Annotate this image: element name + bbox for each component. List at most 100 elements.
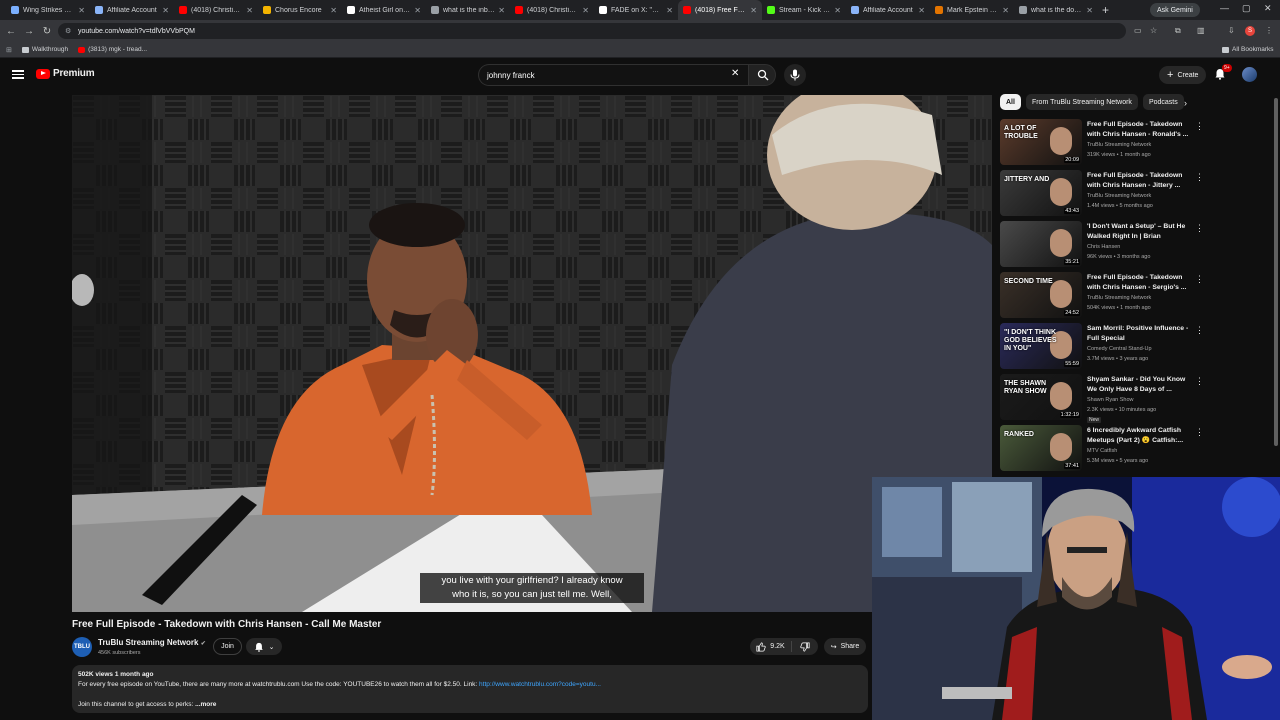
channel-name[interactable]: Shawn Ryan Show: [1087, 397, 1133, 403]
dislike-button[interactable]: [792, 641, 818, 652]
tab-close-icon[interactable]: ✕: [1086, 6, 1093, 15]
video-title[interactable]: Free Full Episode - Takedown with Chris …: [1087, 171, 1191, 191]
show-more-button[interactable]: ...more: [195, 701, 216, 708]
video-thumbnail[interactable]: SECOND TIME 24:52: [1000, 272, 1082, 318]
filter-chip[interactable]: Podcasts: [1142, 94, 1184, 110]
video-thumbnail[interactable]: JITTERY AND 43:43: [1000, 170, 1082, 216]
profile-icon[interactable]: S: [1245, 26, 1255, 36]
recommended-video[interactable]: SECOND TIME 24:52 Free Full Episode - Take…: [1000, 272, 1205, 323]
channel-name[interactable]: TruBlu Streaming Network ✔: [98, 638, 206, 647]
video-title[interactable]: 6 Incredibly Awkward Catfish Meetups (Pa…: [1087, 426, 1191, 446]
tab-close-icon[interactable]: ✕: [582, 6, 589, 15]
channel-name[interactable]: TruBlu Streaming Network: [1087, 295, 1151, 301]
channel-name[interactable]: Chris Hansen: [1087, 244, 1120, 250]
clear-search-icon[interactable]: ✕: [731, 68, 739, 79]
browser-tab[interactable]: FADE on X: "Budd...✕: [594, 0, 678, 20]
tab-close-icon[interactable]: ✕: [666, 6, 673, 15]
browser-tab[interactable]: (4018) Christian... ✕: [174, 0, 258, 20]
video-thumbnail[interactable]: THE SHAWN RYAN SHOW 1:32:19: [1000, 374, 1082, 420]
tab-close-icon[interactable]: ✕: [1002, 6, 1009, 15]
description-link[interactable]: http://www.watchtrublu.com?code=youtu...: [479, 681, 601, 688]
channel-name[interactable]: Comedy Central Stand-Up: [1087, 346, 1152, 352]
search-button[interactable]: [748, 64, 776, 86]
subscription-bell-button[interactable]: ⌄: [246, 638, 282, 655]
tab-close-icon[interactable]: ✕: [414, 6, 421, 15]
more-options-icon[interactable]: ⋮: [1195, 325, 1204, 336]
tab-close-icon[interactable]: ✕: [330, 6, 337, 15]
video-thumbnail[interactable]: "I DON'T THINK GOD BELIEVES IN YOU" 55:59: [1000, 323, 1082, 369]
tab-close-icon[interactable]: ✕: [750, 6, 757, 15]
recommended-video[interactable]: JITTERY AND 43:43 Free Full Episode - Take…: [1000, 170, 1205, 221]
tab-close-icon[interactable]: ✕: [918, 6, 925, 15]
new-tab-button[interactable]: +: [1102, 3, 1109, 17]
recommended-video[interactable]: A LOT OF TROUBLE 20:09 Free Full Episode -…: [1000, 119, 1205, 170]
more-options-icon[interactable]: ⋮: [1195, 121, 1204, 132]
bookmark-star-icon[interactable]: ☆: [1150, 26, 1157, 35]
search-input[interactable]: johnny franck: [478, 64, 748, 86]
bookmark-walkthrough[interactable]: Walkthrough: [21, 46, 68, 53]
forward-icon[interactable]: →: [22, 26, 36, 37]
close-window-icon[interactable]: ✕: [1264, 3, 1272, 14]
browser-tab[interactable]: Wing Strikes Palo...✕: [6, 0, 90, 20]
ask-gemini-button[interactable]: Ask Gemini: [1150, 3, 1200, 17]
sidebar-icon[interactable]: ▥: [1197, 26, 1205, 35]
browser-tab[interactable]: Stream - Kick Dash...✕: [762, 0, 846, 20]
tab-close-icon[interactable]: ✕: [246, 6, 253, 15]
recommended-video[interactable]: RANKED 37:41 6 Incredibly Awkward Catfish …: [1000, 425, 1205, 476]
recommended-video[interactable]: 35:21 'I Don't Want a Setup' – But He Wal…: [1000, 221, 1205, 272]
filter-chip[interactable]: From TruBlu Streaming Network: [1025, 94, 1138, 110]
like-button[interactable]: 9.2K: [750, 641, 792, 652]
url-field[interactable]: ⚙ youtube.com/watch?v=tdlVbVVbPQM: [58, 23, 1126, 39]
voice-search-button[interactable]: [784, 64, 806, 86]
more-options-icon[interactable]: ⋮: [1195, 172, 1204, 183]
video-title[interactable]: Free Full Episode - Takedown with Chris …: [1087, 273, 1191, 293]
downloads-icon[interactable]: ⇩: [1228, 26, 1235, 35]
reload-icon[interactable]: ↻: [40, 26, 54, 37]
browser-tab[interactable]: Affiliate Account ✕: [846, 0, 930, 20]
cast-icon[interactable]: ▭: [1134, 26, 1142, 35]
youtube-premium-logo[interactable]: Premium: [36, 68, 95, 79]
browser-tab[interactable]: Affiliate Account ✕: [90, 0, 174, 20]
recommended-video[interactable]: "I DON'T THINK GOD BELIEVES IN YOU" 55:59…: [1000, 323, 1205, 374]
more-options-icon[interactable]: ⋮: [1195, 223, 1204, 234]
video-title[interactable]: Shyam Sankar - Did You Know We Only Have…: [1087, 375, 1191, 395]
browser-tab[interactable]: Chorus Encore ✕: [258, 0, 342, 20]
video-player[interactable]: you live with your girlfriend? I already…: [72, 95, 992, 612]
channel-name[interactable]: TruBlu Streaming Network: [1087, 142, 1151, 148]
minimize-icon[interactable]: —: [1220, 3, 1229, 13]
browser-tab[interactable]: Atheist Girl on X:...✕: [342, 0, 426, 20]
description-box[interactable]: 502K views 1 month ago For every free ep…: [72, 665, 868, 713]
channel-name[interactable]: MTV Catfish: [1087, 448, 1117, 454]
menu-kebab-icon[interactable]: ⋮: [1265, 26, 1273, 35]
channel-name[interactable]: TruBlu Streaming Network: [1087, 193, 1151, 199]
extensions-icon[interactable]: ⧉: [1175, 26, 1181, 36]
share-button[interactable]: ↪ Share: [824, 638, 866, 655]
hamburger-menu-icon[interactable]: [12, 68, 24, 80]
tab-close-icon[interactable]: ✕: [162, 6, 169, 15]
join-button[interactable]: Join: [213, 638, 242, 655]
browser-tab[interactable]: Mark Epstein — L...✕: [930, 0, 1014, 20]
more-options-icon[interactable]: ⋮: [1195, 427, 1204, 438]
video-thumbnail[interactable]: A LOT OF TROUBLE 20:09: [1000, 119, 1082, 165]
video-title[interactable]: Free Full Episode - Takedown with Chris …: [1087, 120, 1191, 140]
site-info-icon[interactable]: ⚙: [65, 27, 71, 35]
video-title[interactable]: 'I Don't Want a Setup' – But He Walked R…: [1087, 222, 1191, 242]
chevron-right-icon[interactable]: ›: [1184, 98, 1187, 108]
video-title[interactable]: Sam Morril: Positive Influence - Full Sp…: [1087, 324, 1191, 344]
recommended-video[interactable]: THE SHAWN RYAN SHOW 1:32:19 Shyam Sankar -…: [1000, 374, 1205, 425]
tab-close-icon[interactable]: ✕: [78, 6, 85, 15]
account-avatar[interactable]: [1242, 67, 1257, 82]
browser-tab[interactable]: (4018) Free Fu... ✕: [678, 0, 762, 20]
channel-avatar[interactable]: TBLU: [72, 637, 92, 657]
create-button[interactable]: + Create: [1159, 66, 1207, 84]
more-options-icon[interactable]: ⋮: [1195, 376, 1204, 387]
tab-close-icon[interactable]: ✕: [498, 6, 505, 15]
video-thumbnail[interactable]: RANKED 37:41: [1000, 425, 1082, 471]
bookmark-mgk[interactable]: (3813) mgk - tread...: [78, 46, 147, 53]
browser-tab[interactable]: (4018) Christians...✕: [510, 0, 594, 20]
apps-icon[interactable]: ⊞: [6, 46, 12, 54]
browser-tab[interactable]: what is the doctrine...✕: [1014, 0, 1098, 20]
all-bookmarks[interactable]: All Bookmarks: [1222, 46, 1274, 53]
browser-tab[interactable]: what is the inbred...✕: [426, 0, 510, 20]
filter-chip[interactable]: All: [1000, 94, 1021, 110]
